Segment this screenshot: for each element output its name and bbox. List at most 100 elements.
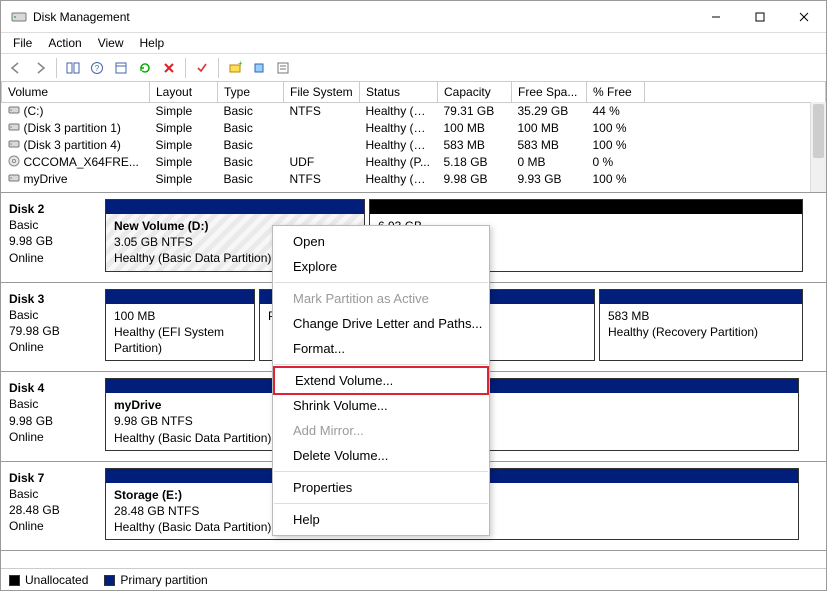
partition-primary[interactable]: 583 MBHealthy (Recovery Partition) [599,289,803,362]
disk-status: Online [9,339,91,355]
refresh-icon[interactable] [134,57,156,79]
col-capacity[interactable]: Capacity [438,82,512,102]
delete-icon[interactable] [158,57,180,79]
drive-icon [8,121,20,136]
context-menu-item[interactable]: Delete Volume... [273,443,489,468]
context-menu: OpenExploreMark Partition as ActiveChang… [272,225,490,536]
drive-icon [8,104,20,119]
context-menu-item[interactable]: Extend Volume... [273,366,489,395]
col-volume[interactable]: Volume [2,82,150,102]
volume-list-scrollbar[interactable] [810,102,826,192]
volume-row[interactable]: (C:)SimpleBasicNTFSHealthy (B...79.31 GB… [2,102,826,120]
volume-layout: Simple [150,154,218,171]
partition-status: Healthy (EFI System Partition) [114,324,246,356]
volume-capacity: 79.31 GB [438,102,512,120]
minimize-button[interactable] [694,1,738,32]
partition-primary[interactable]: 100 MBHealthy (EFI System Partition) [105,289,255,362]
disk-name: Disk 4 [9,380,91,396]
app-icon [11,9,27,25]
menu-file[interactable]: File [5,34,40,52]
volume-fs: NTFS [284,102,360,120]
volume-layout: Simple [150,120,218,137]
volume-layout: Simple [150,171,218,188]
col-layout[interactable]: Layout [150,82,218,102]
disk-type: Basic [9,307,91,323]
context-menu-separator [274,364,488,365]
volume-name: (Disk 3 partition 1) [24,121,121,135]
drive-icon [8,138,20,153]
wizard-icon[interactable] [248,57,270,79]
volume-free: 100 MB [512,120,587,137]
legend: Unallocated Primary partition [1,568,826,590]
context-menu-item[interactable]: Properties [273,475,489,500]
window-title: Disk Management [33,10,694,24]
maximize-button[interactable] [738,1,782,32]
col-status[interactable]: Status [360,82,438,102]
settings-icon[interactable] [110,57,132,79]
volume-free: 9.93 GB [512,171,587,188]
volume-row[interactable]: (Disk 3 partition 1)SimpleBasicHealthy (… [2,120,826,137]
disk-size: 79.98 GB [9,323,91,339]
legend-unallocated: Unallocated [9,573,88,587]
drive-icon [8,172,20,187]
context-menu-item[interactable]: Help [273,507,489,532]
show-hide-tree-icon[interactable] [62,57,84,79]
volume-pct: 44 % [587,102,645,120]
volume-row[interactable]: (Disk 3 partition 4)SimpleBasicHealthy (… [2,137,826,154]
volume-free: 583 MB [512,137,587,154]
context-menu-separator [274,282,488,283]
context-menu-item[interactable]: Explore [273,254,489,279]
svg-text:?: ? [95,64,100,73]
svg-text:+: + [238,61,242,68]
col-free[interactable]: Free Spa... [512,82,587,102]
context-menu-item[interactable]: Shrink Volume... [273,393,489,418]
disk-status: Online [9,250,91,266]
partition-size: 583 MB [608,308,794,324]
disk-info[interactable]: Disk 3Basic79.98 GBOnline [1,283,99,372]
context-menu-separator [274,471,488,472]
new-folder-icon[interactable]: + [224,57,246,79]
context-menu-item[interactable]: Change Drive Letter and Paths... [273,311,489,336]
context-menu-separator [274,503,488,504]
context-menu-item[interactable]: Open [273,229,489,254]
volume-list-header: Volume Layout Type File System Status Ca… [2,82,826,102]
disk-size: 9.98 GB [9,413,91,429]
volume-status: Healthy (B... [360,102,438,120]
disk-info[interactable]: Disk 2Basic9.98 GBOnline [1,193,99,282]
volume-name: myDrive [24,172,68,186]
forward-button[interactable] [29,57,51,79]
disk-info[interactable]: Disk 4Basic9.98 GBOnline [1,372,99,461]
menu-help[interactable]: Help [132,34,173,52]
volume-name: (Disk 3 partition 4) [24,138,121,152]
volume-status: Healthy (B... [360,171,438,188]
volume-layout: Simple [150,102,218,120]
disk-info[interactable]: Disk 7Basic28.48 GBOnline [1,462,99,551]
col-filesystem[interactable]: File System [284,82,360,102]
volume-capacity: 583 MB [438,137,512,154]
toolbar: ? + [1,54,826,82]
col-type[interactable]: Type [218,82,284,102]
disk-type: Basic [9,217,91,233]
close-button[interactable] [782,1,826,32]
disk-name: Disk 7 [9,470,91,486]
volume-row[interactable]: myDriveSimpleBasicNTFSHealthy (B...9.98 … [2,171,826,188]
disk-size: 9.98 GB [9,233,91,249]
disk-type: Basic [9,486,91,502]
disk-name: Disk 3 [9,291,91,307]
help-icon[interactable]: ? [86,57,108,79]
volume-type: Basic [218,171,284,188]
back-button[interactable] [5,57,27,79]
menu-action[interactable]: Action [40,34,89,52]
properties-icon[interactable] [272,57,294,79]
volume-pct: 0 % [587,154,645,171]
context-menu-item: Add Mirror... [273,418,489,443]
menu-view[interactable]: View [90,34,132,52]
col-pct[interactable]: % Free [587,82,645,102]
check-icon[interactable] [191,57,213,79]
volume-list: Volume Layout Type File System Status Ca… [1,82,826,193]
disk-status: Online [9,518,91,534]
volume-row[interactable]: CCCOMA_X64FRE...SimpleBasicUDFHealthy (P… [2,154,826,171]
volume-type: Basic [218,154,284,171]
context-menu-item[interactable]: Format... [273,336,489,361]
volume-name: CCCOMA_X64FRE... [24,155,139,169]
